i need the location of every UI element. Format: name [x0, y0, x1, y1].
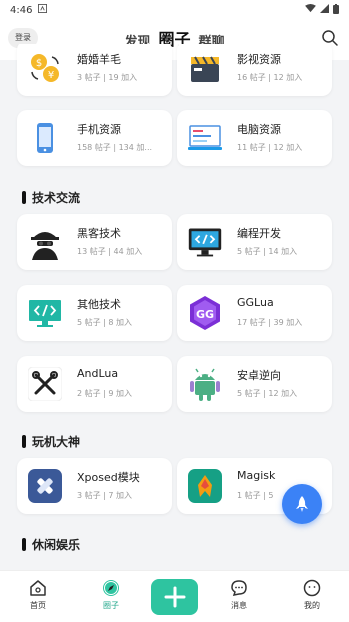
magisk-icon: [187, 468, 223, 504]
circle-stats: 3 帖子 | 7 加入: [77, 491, 133, 500]
circle-name: 影视资源: [237, 53, 281, 66]
hacker-icon: [27, 224, 63, 260]
code-screen-icon: [27, 295, 63, 331]
android-icon: [187, 366, 223, 402]
rocket-button[interactable]: [282, 484, 322, 524]
section-title: 玩机大神: [22, 433, 80, 450]
section-marker: [22, 435, 26, 448]
gg-logo-icon: GG: [187, 295, 223, 331]
section-title: 技术交流: [22, 189, 80, 206]
nav-label: 消息: [231, 601, 247, 610]
circle-stats: 2 帖子 | 9 加入: [77, 389, 133, 398]
nav-circles[interactable]: 圈子: [86, 579, 136, 611]
nav-label: 首页: [30, 601, 46, 610]
circle-stats: 158 帖子 | 134 加...: [77, 143, 153, 152]
circle-stats: 5 帖子 | 14 加入: [237, 247, 298, 256]
section-marker: [22, 191, 26, 204]
circle-card[interactable]: 电脑资源 11 帖子 | 12 加入: [177, 110, 332, 166]
circle-card[interactable]: 其他技术 5 帖子 | 8 加入: [17, 285, 172, 341]
circle-name: 编程开发: [237, 227, 281, 240]
profile-icon: [303, 579, 321, 597]
circle-name: 其他技术: [77, 298, 121, 311]
circle-card[interactable]: 编程开发 5 帖子 | 14 加入: [177, 214, 332, 270]
circle-name: AndLua: [77, 367, 119, 380]
circle-stats: 5 帖子 | 12 加入: [237, 389, 298, 398]
tools-icon: [27, 366, 63, 402]
message-icon: [231, 580, 247, 596]
circle-card[interactable]: Xposed模块 3 帖子 | 7 加入: [17, 458, 172, 514]
circle-card[interactable]: 黑客技术 13 帖子 | 44 加入: [17, 214, 172, 270]
circle-stats: 17 帖子 | 39 加入: [237, 318, 303, 327]
film-clapper-icon: [187, 50, 223, 86]
circle-name: Xposed模块: [77, 471, 140, 484]
wifi-icon: [305, 4, 316, 16]
section-title-text: 休闲娱乐: [32, 538, 81, 552]
section-title-text: 技术交流: [32, 191, 81, 205]
code-monitor-icon: [187, 224, 223, 260]
status-time: 4:46: [10, 4, 33, 16]
circle-name: 手机资源: [77, 123, 121, 136]
circle-card[interactable]: 影视资源 16 帖子 | 12 加入: [177, 44, 332, 96]
compass-icon: [103, 580, 119, 596]
circle-card[interactable]: $ ¥ 婚婚羊毛 3 帖子 | 19 加入: [17, 44, 172, 96]
notification-icon: [38, 4, 48, 16]
xposed-icon: [27, 468, 63, 504]
section-title-text: 玩机大神: [32, 435, 81, 449]
circle-card[interactable]: 手机资源 158 帖子 | 134 加...: [17, 110, 172, 166]
battery-icon: [333, 3, 339, 17]
svg-text:GG: GG: [196, 308, 214, 321]
status-bar: 4:46: [0, 0, 349, 20]
nav-label: 我的: [304, 601, 320, 610]
svg-text:$: $: [36, 58, 42, 69]
signal-icon: [320, 4, 329, 16]
circle-name: 黑客技术: [77, 227, 121, 240]
circle-name: GGLua: [237, 296, 274, 309]
circle-stats: 5 帖子 | 8 加入: [77, 318, 133, 327]
coin-exchange-icon: $ ¥: [27, 50, 63, 86]
circle-name: 电脑资源: [237, 123, 281, 136]
plus-icon: [164, 586, 185, 608]
circle-stats: 3 帖子 | 19 加入: [77, 73, 138, 82]
create-post-button[interactable]: [151, 579, 198, 615]
circle-stats: 16 帖子 | 12 加入: [237, 73, 303, 82]
nav-messages[interactable]: 消息: [214, 579, 264, 611]
nav-profile[interactable]: 我的: [287, 579, 337, 611]
circle-name: 安卓逆向: [237, 369, 281, 382]
circle-stats: 11 帖子 | 12 加入: [237, 143, 303, 152]
rocket-icon: [296, 496, 308, 512]
section-title: 休闲娱乐: [22, 536, 80, 553]
circle-stats: 13 帖子 | 44 加入: [77, 247, 143, 256]
circle-name: Magisk: [237, 469, 276, 482]
circle-card[interactable]: AndLua 2 帖子 | 9 加入: [17, 356, 172, 412]
circle-card[interactable]: 安卓逆向 5 帖子 | 12 加入: [177, 356, 332, 412]
mobile-phone-icon: [27, 120, 63, 156]
circle-name: 婚婚羊毛: [77, 53, 121, 66]
home-icon: [30, 580, 46, 596]
circle-card[interactable]: GG GGLua 17 帖子 | 39 加入: [177, 285, 332, 341]
nav-home[interactable]: 首页: [13, 579, 63, 611]
section-marker: [22, 538, 26, 551]
desktop-computer-icon: [187, 120, 223, 156]
nav-label: 圈子: [103, 601, 119, 610]
svg-text:¥: ¥: [48, 70, 54, 81]
circle-stats: 1 帖子 | 5: [237, 491, 274, 500]
bottom-nav: 首页 圈子 消息 我的: [0, 570, 349, 622]
